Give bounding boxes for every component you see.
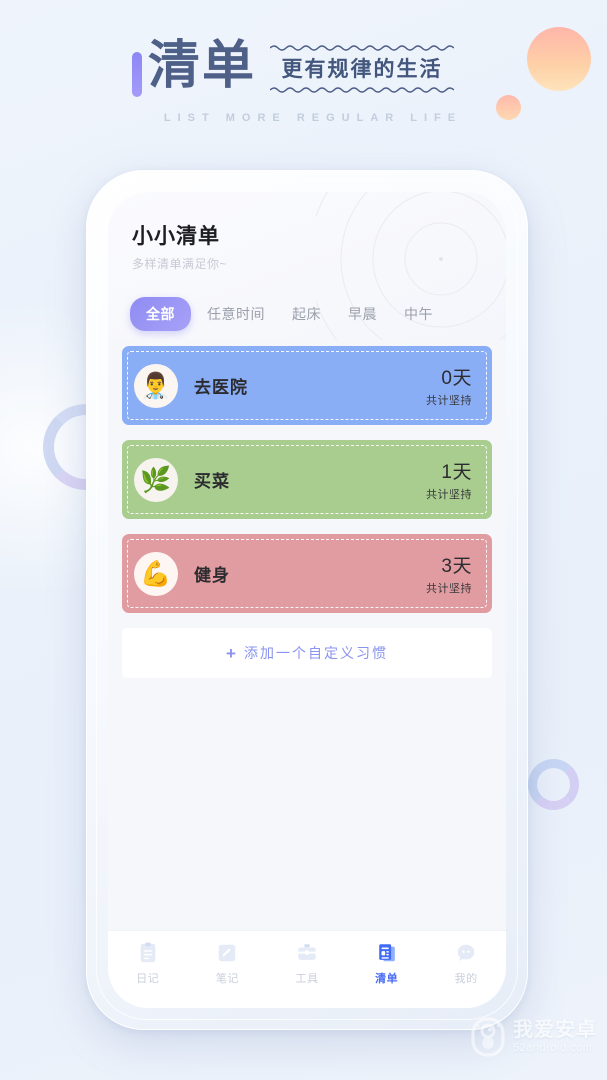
- app-subtitle: 多样清单满足你~: [132, 257, 228, 271]
- nav-label: 我的: [454, 973, 478, 985]
- habit-list: 👨‍⚕️ 去医院 0天 共计坚持 🌿 买菜 1天 共计坚持: [108, 340, 506, 678]
- habit-days: 0天: [441, 368, 472, 389]
- decor-ring-right: [528, 759, 579, 810]
- nav-label: 工具: [295, 973, 319, 985]
- phone-mockup-frame: 小小清单 多样清单满足你~ 全部 任意时间 起床 早晨 中午 👨‍⚕️ 去医院 …: [86, 170, 528, 1030]
- pencil-note-icon: [219, 944, 236, 962]
- tab-all[interactable]: 全部: [130, 297, 191, 331]
- clipboard-icon: [140, 942, 156, 963]
- tab-wakeup[interactable]: 起床: [281, 297, 332, 331]
- habit-stat: 1天 共计坚持: [426, 457, 476, 502]
- habit-days-label: 共计坚持: [426, 489, 472, 501]
- nav-item-list[interactable]: 清单: [347, 942, 427, 986]
- watermark-url: 52android.com: [513, 1042, 593, 1054]
- habit-card[interactable]: 🌿 买菜 1天 共计坚持: [122, 440, 492, 519]
- habit-stat: 3天 共计坚持: [426, 551, 476, 596]
- filter-tabs: 全部 任意时间 起床 早晨 中午: [130, 297, 506, 331]
- site-watermark: 我爱安卓 52android.com: [470, 1016, 597, 1058]
- android-robot-logo-icon: [471, 1017, 505, 1057]
- banner-subtitle-group: 更有规律的生活: [270, 44, 455, 94]
- nav-label: 笔记: [215, 973, 239, 985]
- phone-screen: 小小清单 多样清单满足你~ 全部 任意时间 起床 早晨 中午 👨‍⚕️ 去医院 …: [108, 192, 506, 1008]
- habit-days: 3天: [441, 556, 472, 577]
- watermark-title: 我爱安卓: [513, 1019, 597, 1041]
- habit-days-label: 共计坚持: [426, 583, 472, 595]
- banner-title: 清单: [148, 36, 257, 96]
- tab-morning[interactable]: 早晨: [337, 297, 388, 331]
- nav-label: 清单: [375, 973, 399, 985]
- wave-line-bottom-icon: [270, 87, 455, 93]
- add-habit-label: 添加一个自定义习惯: [243, 645, 388, 661]
- accent-bar-icon: [132, 52, 142, 97]
- flexed-biceps-emoji-icon: 💪: [134, 551, 178, 596]
- wave-line-top-icon: [270, 45, 455, 51]
- nav-item-tools[interactable]: 工具: [267, 942, 347, 986]
- nav-item-notes[interactable]: 笔记: [188, 942, 268, 986]
- app-title: 小小清单: [132, 225, 220, 248]
- habit-days: 1天: [441, 462, 472, 483]
- leaf-emoji-icon: 🌿: [134, 457, 178, 502]
- doctor-emoji-icon: 👨‍⚕️: [134, 363, 178, 408]
- app-header: 小小清单 多样清单满足你~ 全部 任意时间 起床 早晨 中午: [108, 192, 506, 340]
- plus-icon: +: [226, 643, 236, 663]
- habit-name: 健身: [194, 566, 230, 585]
- habit-name: 去医院: [194, 378, 248, 397]
- add-habit-button[interactable]: + 添加一个自定义习惯: [122, 628, 492, 678]
- habit-days-label: 共计坚持: [426, 395, 472, 407]
- toolbox-icon: [298, 944, 316, 960]
- habit-card[interactable]: 💪 健身 3天 共计坚持: [122, 534, 492, 613]
- habit-card[interactable]: 👨‍⚕️ 去医院 0天 共计坚持: [122, 346, 492, 425]
- page-banner: 清单 更有规律的生活 LIST MORE REGULAR LIFE: [0, 0, 607, 160]
- banner-subtitle: 更有规律的生活: [281, 57, 443, 81]
- tab-anytime[interactable]: 任意时间: [196, 297, 276, 331]
- bottom-navigation: 日记 笔记 工具 清单 我的: [108, 930, 506, 1008]
- profile-icon: [457, 944, 475, 961]
- nav-item-profile[interactable]: 我的: [426, 942, 506, 986]
- banner-subtitle-en: LIST MORE REGULAR LIFE: [163, 112, 463, 124]
- habit-name: 买菜: [194, 472, 230, 491]
- habit-stat: 0天 共计坚持: [426, 363, 476, 408]
- tab-noon[interactable]: 中午: [393, 297, 444, 331]
- list-document-icon: [378, 944, 395, 962]
- nav-label: 日记: [136, 973, 160, 985]
- nav-item-diary[interactable]: 日记: [108, 942, 188, 986]
- page-background: 清单 更有规律的生活 LIST MORE REGULAR LIFE 小小清单 多…: [0, 0, 607, 1080]
